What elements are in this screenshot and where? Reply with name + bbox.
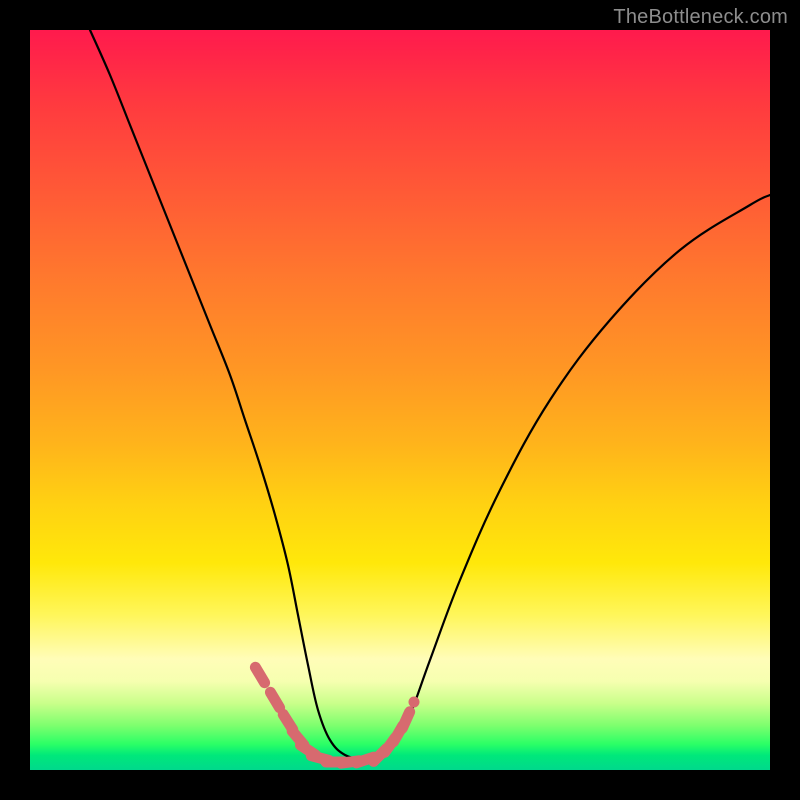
bottleneck-chart-svg — [30, 30, 770, 770]
bottom-marker — [402, 712, 409, 728]
bottom-marker — [270, 692, 279, 707]
bottom-marker — [255, 667, 264, 682]
outer-frame: TheBottleneck.com — [0, 0, 800, 800]
plot-area — [30, 30, 770, 770]
bottom-markers-group — [255, 667, 414, 763]
watermark-text: TheBottleneck.com — [613, 6, 788, 29]
bottleneck-curve — [90, 30, 770, 760]
